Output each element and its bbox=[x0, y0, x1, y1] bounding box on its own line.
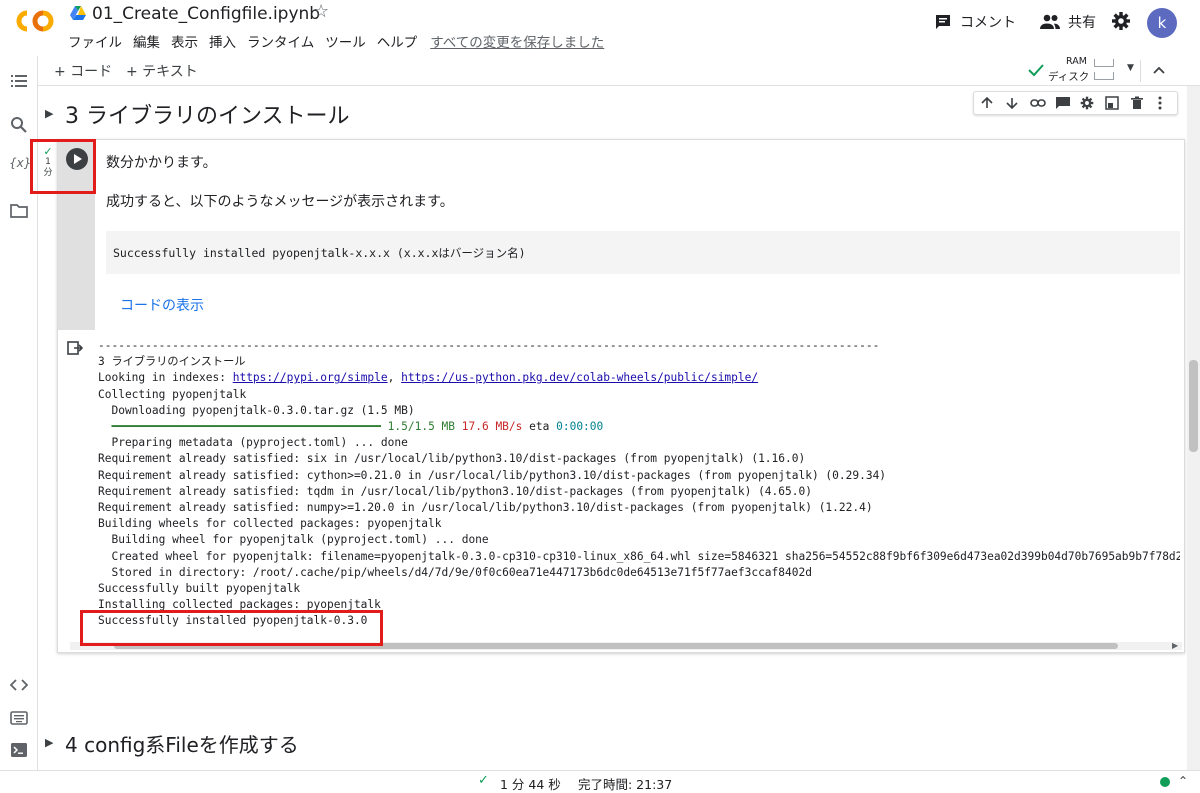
status-bar: ✓ 1 分 44 秒 完了時間: 21:37 ⌃ bbox=[0, 770, 1200, 793]
output-line-indexes: Looking in indexes: https://pypi.org/sim… bbox=[98, 371, 759, 385]
output-line: Building wheels for collected packages: … bbox=[98, 517, 442, 531]
output-line: Preparing metadata (pyproject.toml) ... … bbox=[98, 436, 408, 450]
progress-size: 1.5/1.5 MB bbox=[387, 420, 456, 434]
menu-view[interactable]: 表示 bbox=[171, 31, 198, 51]
menu-bar: ファイル 編集 表示 挿入 ランタイム ツール ヘルプ すべての変更を保存しまし… bbox=[68, 31, 615, 51]
resources-indicator[interactable]: RAM ディスク bbox=[1026, 56, 1116, 84]
toolbar-divider bbox=[1140, 60, 1141, 82]
save-status[interactable]: すべての変更を保存しました bbox=[430, 31, 604, 51]
highlight-success-line bbox=[80, 610, 383, 646]
chevron-up-icon[interactable]: ⌃ bbox=[1178, 774, 1188, 788]
output-line: Collecting pyopenjtalk bbox=[98, 387, 247, 401]
ram-label: RAM bbox=[1066, 56, 1087, 67]
progress-speed: 17.6 MB/s bbox=[461, 420, 523, 434]
google-drive-icon[interactable] bbox=[70, 6, 86, 20]
output-icon[interactable] bbox=[67, 340, 83, 356]
progress-bar: ━━━━━━━━━━━━━━━━━━━━━━━━━━━━━━━━━━━━━━━━ bbox=[111, 420, 381, 434]
pypi-link[interactable]: https://pypi.org/simple bbox=[233, 371, 388, 384]
disk-meter bbox=[1094, 72, 1114, 80]
output-line: Building wheel for pyopenjtalk (pyprojec… bbox=[98, 533, 489, 547]
progress-eta: 0:00:00 bbox=[556, 420, 604, 434]
comment-button[interactable]: コメント bbox=[934, 12, 1016, 32]
output-line: Successfully built pyopenjtalk bbox=[98, 582, 301, 596]
menu-file[interactable]: ファイル bbox=[68, 31, 122, 51]
output-line: Downloading pyopenjtalk-0.3.0.tar.gz (1.… bbox=[98, 403, 415, 417]
more-options-icon[interactable] bbox=[1157, 96, 1163, 110]
section-3-expand-arrow[interactable]: ▶ bbox=[45, 107, 53, 120]
code-snippets-icon[interactable] bbox=[10, 676, 28, 694]
output-line: 3 ライブラリのインストール bbox=[98, 355, 246, 369]
mirror-cell-icon[interactable] bbox=[1105, 96, 1119, 110]
output-line: Requirement already satisfied: numpy>=1.… bbox=[98, 501, 873, 515]
disk-label: ディスク bbox=[1048, 71, 1090, 83]
show-code-link[interactable]: コードの表示 bbox=[120, 295, 204, 315]
link-icon[interactable] bbox=[1030, 96, 1046, 110]
gear-icon[interactable] bbox=[1111, 11, 1131, 31]
colab-wheels-link[interactable]: https://us-python.pkg.dev/colab-wheels/p… bbox=[401, 371, 758, 384]
collapse-icon[interactable] bbox=[1152, 64, 1166, 76]
search-icon[interactable] bbox=[10, 116, 28, 134]
section-4-expand-arrow[interactable]: ▶ bbox=[45, 736, 53, 749]
highlight-run-area bbox=[30, 139, 96, 194]
avatar[interactable]: k bbox=[1147, 8, 1177, 38]
share-button[interactable]: 共有 bbox=[1040, 12, 1096, 32]
menu-tools[interactable]: ツール bbox=[325, 31, 366, 51]
output-line: Stored in directory: /root/.cache/pip/wh… bbox=[98, 565, 812, 579]
output-line: Requirement already satisfied: tqdm in /… bbox=[98, 484, 812, 498]
menu-runtime[interactable]: ランタイム bbox=[247, 31, 314, 51]
variables-icon[interactable]: {x} bbox=[9, 156, 31, 174]
move-down-icon[interactable] bbox=[1005, 96, 1019, 110]
menu-help[interactable]: ヘルプ bbox=[377, 31, 418, 51]
menu-edit[interactable]: 編集 bbox=[133, 31, 160, 51]
menu-insert[interactable]: 挿入 bbox=[209, 31, 236, 51]
progress-eta-label: eta bbox=[529, 420, 550, 434]
completion-time[interactable]: 完了時間: 21:37 bbox=[578, 774, 672, 793]
elapsed-time[interactable]: 1 分 44 秒 bbox=[500, 774, 561, 793]
comment-icon[interactable] bbox=[1055, 96, 1071, 110]
download-progress: ━━━━━━━━━━━━━━━━━━━━━━━━━━━━━━━━━━━━━━━━… bbox=[98, 419, 1180, 435]
notebook-scrollbar-thumb[interactable] bbox=[1189, 360, 1198, 452]
example-code-text: Successfully installed pyopenjtalk-x.x.x… bbox=[113, 246, 526, 260]
cell-toolbar bbox=[973, 91, 1178, 115]
comment-icon bbox=[936, 15, 950, 29]
cell-output: ----------------------------------------… bbox=[98, 338, 1180, 630]
output-line: Created wheel for pyopenjtalk: filename=… bbox=[98, 549, 1180, 563]
table-of-contents-icon[interactable] bbox=[10, 72, 28, 90]
colab-logo[interactable] bbox=[14, 7, 56, 35]
markdown-line-2: 成功すると、以下のようなメッセージが表示されます。 bbox=[106, 194, 454, 210]
ram-meter bbox=[1094, 59, 1114, 67]
output-line: Requirement already satisfied: six in /u… bbox=[98, 452, 806, 466]
output-line: ----------------------------------------… bbox=[98, 339, 880, 352]
delete-icon[interactable] bbox=[1130, 96, 1144, 110]
add-text-button[interactable]: + テキスト bbox=[126, 61, 198, 81]
runtime-status-dot[interactable] bbox=[1160, 777, 1170, 787]
people-icon bbox=[1040, 14, 1060, 29]
output-line: Requirement already satisfied: cython>=0… bbox=[98, 468, 887, 482]
scroll-right-arrow[interactable]: ▶ bbox=[1172, 641, 1178, 650]
app-header: 01_Create_Configfile.ipynb ☆ ファイル 編集 表示 … bbox=[0, 0, 1200, 56]
add-code-button[interactable]: + コード bbox=[54, 61, 112, 81]
terminal-icon[interactable] bbox=[10, 741, 28, 759]
section-3-title[interactable]: 3 ライブラリのインストール bbox=[65, 98, 350, 130]
star-icon[interactable]: ☆ bbox=[313, 1, 329, 22]
share-label: 共有 bbox=[1068, 15, 1096, 31]
markdown-line-1: 数分かかります。 bbox=[106, 155, 217, 171]
notebook-toolbar: + コード + テキスト RAM ディスク ▼ bbox=[38, 56, 1200, 86]
connected-check-icon bbox=[1028, 64, 1044, 77]
section-4-title[interactable]: 4 config系Fileを作成する bbox=[65, 729, 299, 758]
status-check-icon: ✓ bbox=[478, 773, 489, 788]
comment-label: コメント bbox=[960, 15, 1016, 31]
notebook-title[interactable]: 01_Create_Configfile.ipynb bbox=[92, 4, 320, 24]
folder-icon[interactable] bbox=[10, 202, 28, 220]
gear-icon[interactable] bbox=[1080, 96, 1094, 110]
command-palette-icon[interactable] bbox=[10, 709, 28, 727]
resources-dropdown-icon[interactable]: ▼ bbox=[1127, 63, 1134, 73]
move-up-icon[interactable] bbox=[980, 96, 994, 110]
